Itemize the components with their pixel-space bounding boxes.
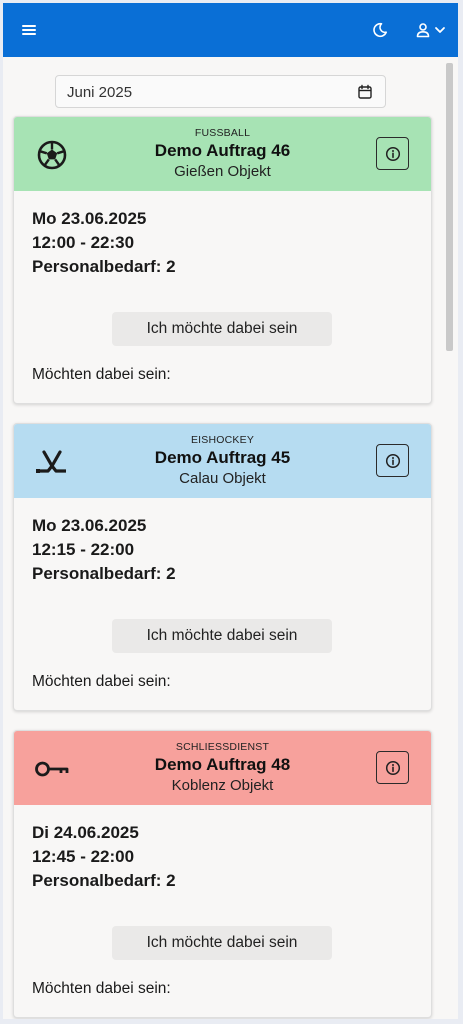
info-button[interactable] [376,751,409,784]
job-staff-need: Personalbedarf: 2 [32,871,176,890]
month-picker-value: Juni 2025 [67,84,133,101]
info-icon [385,760,400,775]
job-card-body: Mo 23.06.2025 12:00 - 22:30 Personalbeda… [14,191,431,403]
job-location: Calau Objekt [179,470,266,487]
job-card-header: FUSSBALL Demo Auftrag 46 Gießen Objekt [14,117,431,191]
job-card-header: SCHLIESSDIENST Demo Auftrag 48 Koblenz O… [14,731,431,805]
moon-icon [373,22,387,38]
job-date: Mo 23.06.2025 [32,209,147,228]
chevron-down-icon [434,27,445,33]
job-card-header: EISHOCKEY Demo Auftrag 45 Calau Objekt [14,424,431,498]
job-title: Demo Auftrag 48 [154,755,291,774]
interested-label: Möchten dabei sein: [32,366,171,383]
job-category: SCHLIESSDIENST [175,741,270,753]
job-location: Koblenz Objekt [171,777,274,794]
job-card: FUSSBALL Demo Auftrag 46 Gießen Objekt M… [13,116,432,404]
join-button[interactable]: Ich möchte dabei sein [112,619,332,653]
job-date: Di 24.06.2025 [32,823,139,842]
job-category: EISHOCKEY [190,434,255,446]
job-staff-need: Personalbedarf: 2 [32,564,176,583]
top-app-bar [3,3,458,57]
job-category: FUSSBALL [194,127,251,139]
info-button[interactable] [376,137,409,170]
info-button[interactable] [376,444,409,477]
job-card: SCHLIESSDIENST Demo Auftrag 48 Koblenz O… [13,730,432,1018]
job-title: Demo Auftrag 46 [154,141,291,160]
info-icon [385,146,400,161]
job-time: 12:15 - 22:00 [32,540,135,559]
month-picker[interactable]: Juni 2025 [55,75,386,108]
app-frame: Juni 2025 FUSSBALL Demo Auftrag 46 Gieße… [3,3,458,1019]
job-card-body: Mo 23.06.2025 12:15 - 22:00 Personalbeda… [14,498,431,710]
join-button[interactable]: Ich möchte dabei sein [112,926,332,960]
job-card: EISHOCKEY Demo Auftrag 45 Calau Objekt M… [13,423,432,711]
interested-label: Möchten dabei sein: [32,673,171,690]
job-staff-need: Personalbedarf: 2 [32,257,176,276]
job-title: Demo Auftrag 45 [154,448,291,467]
theme-toggle-button[interactable] [366,16,394,44]
hamburger-menu-icon [22,25,36,35]
menu-button[interactable] [15,16,43,44]
calendar-icon [358,84,372,99]
job-date: Mo 23.06.2025 [32,516,147,535]
job-card-body: Di 24.06.2025 12:45 - 22:00 Personalbeda… [14,805,431,1017]
interested-label: Möchten dabei sein: [32,980,171,997]
info-icon [385,453,400,468]
user-icon [416,23,429,38]
job-time: 12:45 - 22:00 [32,847,135,866]
join-button[interactable]: Ich möchte dabei sein [112,312,332,346]
job-location: Gießen Objekt [174,163,271,180]
job-time: 12:00 - 22:30 [32,233,135,252]
user-menu-button[interactable] [410,16,450,44]
scrollbar-thumb[interactable] [446,63,453,351]
scrollbar[interactable] [444,61,454,1019]
